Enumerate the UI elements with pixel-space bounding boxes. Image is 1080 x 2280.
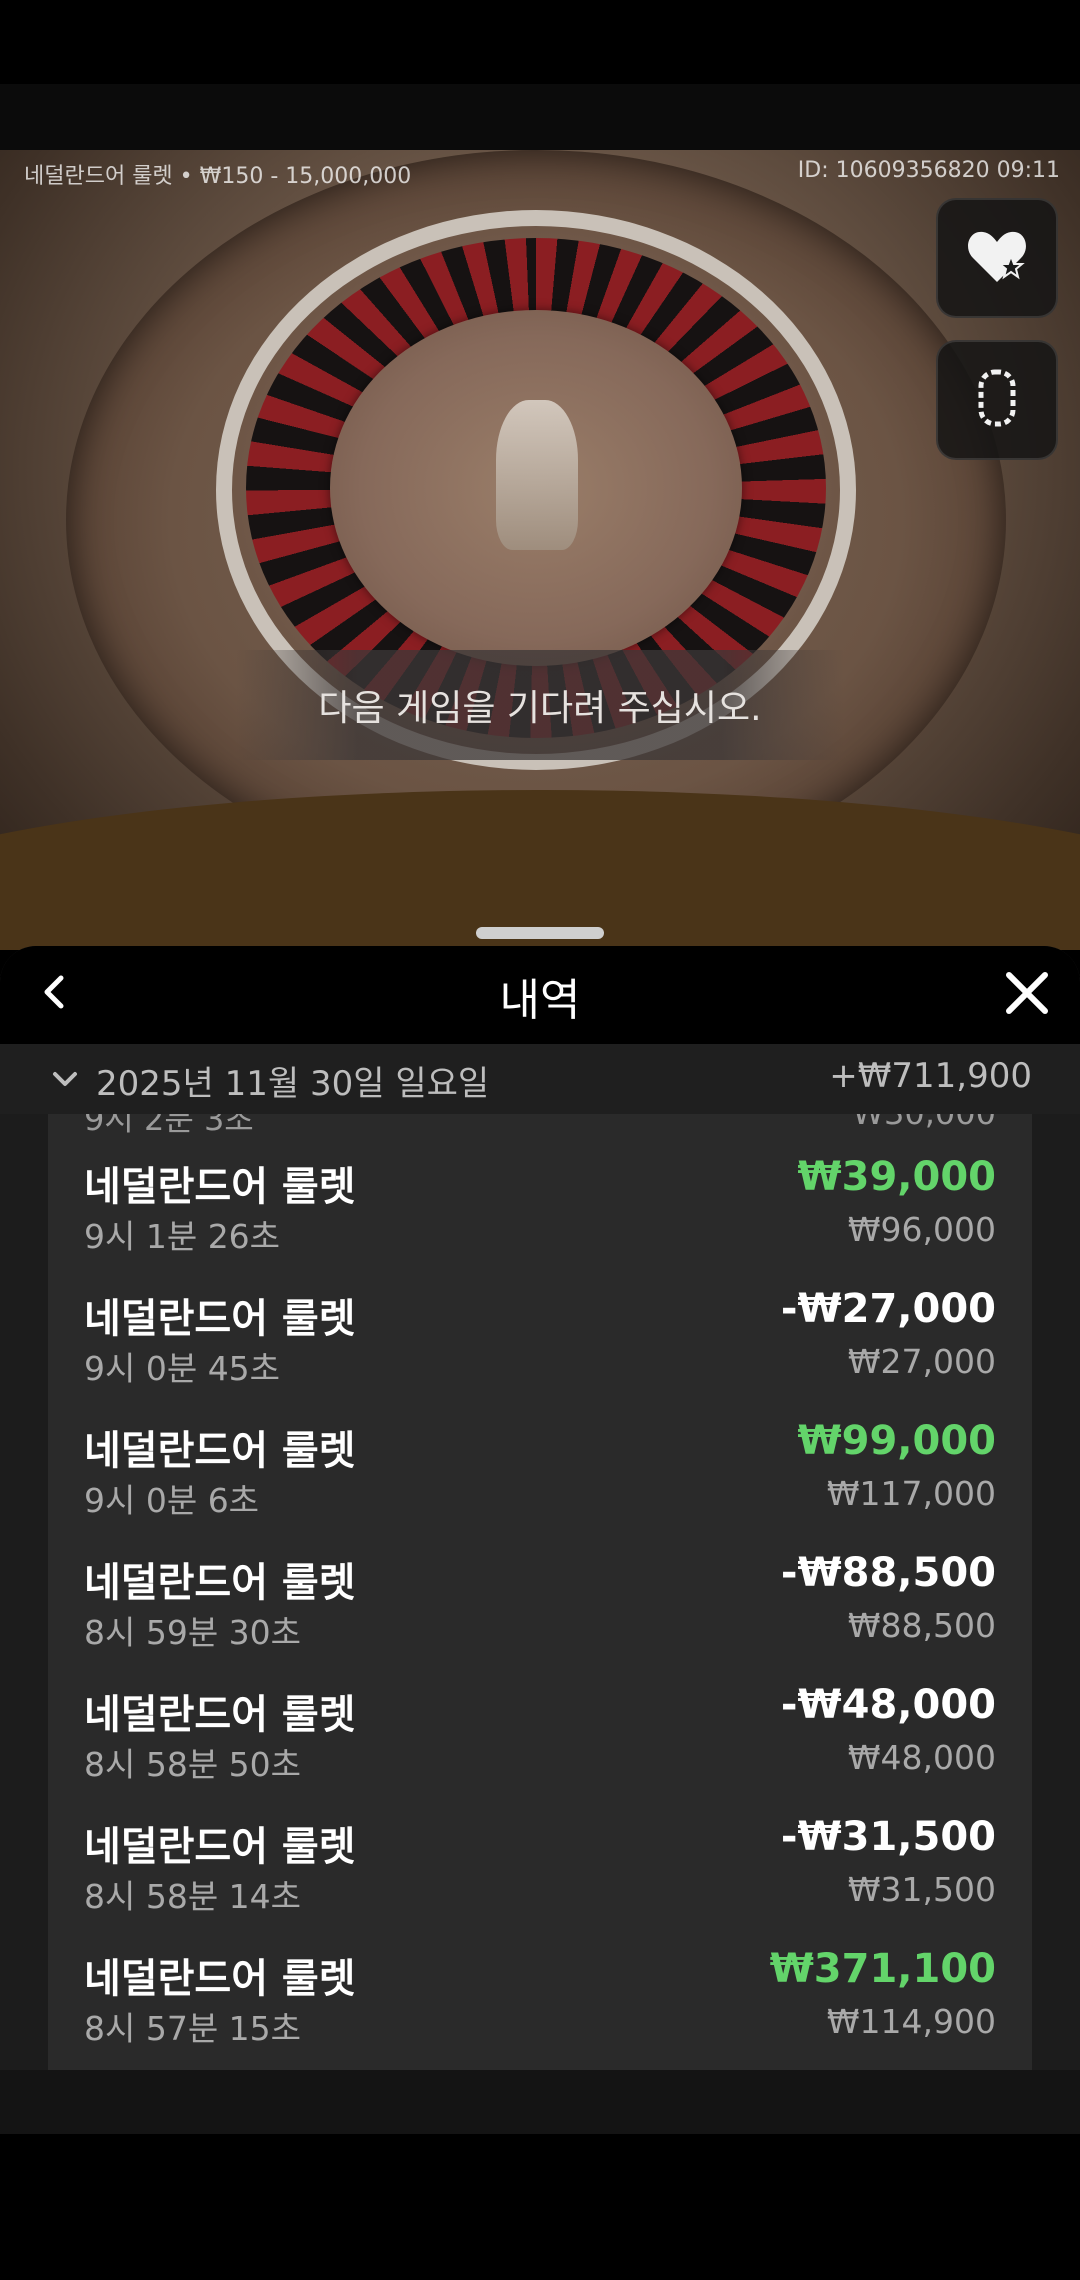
history-list[interactable]: 9시 2분 3초 ₩30,000 네덜란드어 룰렛 9시 1분 26초 ₩39,… xyxy=(48,1114,1032,2070)
chip-stack-icon xyxy=(977,368,1017,432)
bet-stake: ₩31,500 xyxy=(847,1870,996,1909)
game-name: 네덜란드어 룰렛 xyxy=(84,1164,356,1210)
bet-time: 8시 58분 14초 xyxy=(84,1877,302,1916)
bet-stake: ₩27,000 xyxy=(847,1342,996,1381)
bet-time: 8시 58분 50초 xyxy=(84,1745,302,1784)
navigation-bar-area xyxy=(0,2134,1080,2280)
bet-stake: ₩48,000 xyxy=(847,1738,996,1777)
result-amount: ₩371,100 xyxy=(769,1946,996,1992)
live-video-stage: 네덜란드어 룰렛 • ₩150 - 15,000,000 ID: 1060935… xyxy=(0,150,1080,950)
result-amount: ₩39,000 xyxy=(797,1154,996,1200)
bet-stake: ₩114,900 xyxy=(826,2002,996,2041)
list-item[interactable]: 네덜란드어 룰렛 9시 1분 26초 ₩39,000 ₩96,000 xyxy=(48,1134,1032,1266)
date-group-header[interactable]: 2025년 11월 30일 일요일 +₩711,900 xyxy=(0,1044,1080,1114)
list-item[interactable]: 네덜란드어 룰렛 8시 58분 50초 -₩48,000 ₩48,000 xyxy=(48,1662,1032,1794)
list-item[interactable]: 네덜란드어 룰렛 9시 0분 6초 ₩99,000 ₩117,000 xyxy=(48,1398,1032,1530)
bet-stake: ₩88,500 xyxy=(847,1606,996,1645)
wheel-turret xyxy=(496,400,578,550)
game-name: 네덜란드어 룰렛 xyxy=(84,1296,356,1342)
list-item[interactable]: 네덜란드어 룰렛 9시 0분 45초 -₩27,000 ₩27,000 xyxy=(48,1266,1032,1398)
bet-time: 9시 0분 6초 xyxy=(84,1481,260,1520)
bet-time: 8시 57분 15초 xyxy=(84,2009,302,2048)
bet-time: 8시 59분 30초 xyxy=(84,1613,302,1652)
result-amount: -₩48,000 xyxy=(780,1682,996,1728)
history-sheet: 내역 2025년 11월 30일 일요일 +₩711,900 9시 2분 3초 … xyxy=(0,946,1080,2070)
bet-stake: ₩96,000 xyxy=(847,1210,996,1249)
game-name: 네덜란드어 룰렛 xyxy=(84,1692,356,1738)
date-label: 2025년 11월 30일 일요일 xyxy=(96,1064,490,1104)
list-item[interactable]: 네덜란드어 룰렛 8시 58분 14초 -₩31,500 ₩31,500 xyxy=(48,1794,1032,1926)
game-name: 네덜란드어 룰렛 xyxy=(84,1428,356,1474)
heart-star-icon xyxy=(965,226,1029,290)
date-total: +₩711,900 xyxy=(829,1056,1032,1096)
wait-message: 다음 게임을 기다려 주십시오. xyxy=(236,650,844,760)
table-floor xyxy=(0,790,1080,950)
game-name: 네덜란드어 룰렛 xyxy=(84,1824,356,1870)
bet-time: 9시 0분 45초 xyxy=(84,1349,281,1388)
result-amount: -₩27,000 xyxy=(780,1286,996,1332)
chips-button[interactable] xyxy=(936,340,1058,460)
sheet-drag-handle[interactable] xyxy=(476,927,604,939)
top-band xyxy=(0,84,1080,150)
sheet-header: 내역 xyxy=(0,946,1080,1044)
bet-time: 9시 1분 26초 xyxy=(84,1217,281,1256)
list-item[interactable]: 네덜란드어 룰렛 8시 59분 30초 -₩88,500 ₩88,500 xyxy=(48,1530,1032,1662)
game-name: 네덜란드어 룰렛 xyxy=(84,1956,356,2002)
chevron-down-icon xyxy=(48,1062,82,1096)
result-amount: ₩99,000 xyxy=(797,1418,996,1464)
close-icon xyxy=(1004,970,1050,1020)
bet-stake: ₩30,000 xyxy=(852,1114,996,1132)
sheet-title: 내역 xyxy=(499,975,581,1026)
list-item[interactable]: 네덜란드어 룰렛 8시 57분 15초 ₩371,100 ₩114,900 xyxy=(48,1926,1032,2058)
list-item-partial[interactable]: 9시 2분 3초 ₩30,000 xyxy=(48,1114,1032,1138)
round-info: ID: 10609356820 09:11 xyxy=(797,158,1060,183)
bottom-spacer xyxy=(0,2070,1080,2134)
favorite-button[interactable] xyxy=(936,198,1058,318)
status-bar xyxy=(0,0,1080,84)
table-info: 네덜란드어 룰렛 • ₩150 - 15,000,000 xyxy=(24,164,412,189)
game-name: 네덜란드어 룰렛 xyxy=(84,1560,356,1606)
result-amount: -₩31,500 xyxy=(780,1814,996,1860)
result-amount: -₩88,500 xyxy=(780,1550,996,1596)
close-button[interactable] xyxy=(1000,968,1054,1022)
bet-stake: ₩117,000 xyxy=(826,1474,996,1513)
